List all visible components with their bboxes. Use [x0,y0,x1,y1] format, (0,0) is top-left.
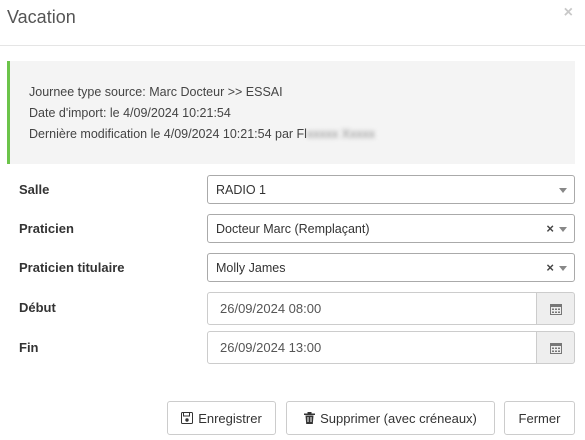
praticien-titulaire-value: Molly James [216,261,286,275]
redacted-username: xxxxx Xxxxx [306,127,376,141]
praticien-titulaire-label: Praticien titulaire [19,260,125,275]
salle-label: Salle [19,182,50,197]
last-modification-info: Dernière modification le 4/09/2024 10:21… [29,124,575,145]
salle-value: RADIO 1 [216,183,267,197]
close-button-label: Fermer [518,410,561,426]
delete-button[interactable]: Supprimer (avec créneaux) [286,401,495,435]
calendar-icon[interactable] [536,292,575,325]
floppy-disk-icon [181,412,194,424]
fin-input[interactable] [207,331,537,364]
fin-label: Fin [19,340,39,355]
info-box: Journee type source: Marc Docteur >> ESS… [7,61,575,164]
clear-icon[interactable]: × [546,221,554,236]
modal-header: Vacation × [0,0,585,46]
import-date-info: Date d'import: le 4/09/2024 10:21:54 [29,106,231,120]
last-modification-text: Dernière modification le 4/09/2024 10:21… [29,127,307,141]
praticien-row: Praticien Docteur Marc (Remplaçant) × [0,214,585,244]
chevron-down-icon [559,188,567,193]
calendar-icon[interactable] [536,331,575,364]
praticien-select[interactable]: Docteur Marc (Remplaçant) × [207,214,575,243]
salle-row: Salle RADIO 1 [0,175,585,205]
save-button[interactable]: Enregistrer [167,401,276,435]
delete-button-label: Supprimer (avec créneaux) [320,410,477,426]
save-button-label: Enregistrer [198,410,262,426]
calendar-icon-graphic [550,304,562,315]
debut-input[interactable] [207,292,537,325]
fin-row: Fin [0,331,585,365]
praticien-titulaire-select[interactable]: Molly James × [207,253,575,282]
trash-icon [304,412,316,424]
source-info: Journee type source: Marc Docteur >> ESS… [29,85,283,99]
close-icon[interactable]: × [564,4,573,22]
debut-date-picker [207,292,575,325]
chevron-down-icon [559,227,567,232]
clear-icon[interactable]: × [546,260,554,275]
debut-row: Début [0,292,585,326]
praticien-value: Docteur Marc (Remplaçant) [216,222,370,236]
salle-select[interactable]: RADIO 1 [207,175,575,204]
calendar-icon-graphic [550,343,562,354]
praticien-titulaire-row: Praticien titulaire Molly James × [0,253,585,283]
close-button[interactable]: Fermer [504,401,575,435]
debut-label: Début [19,300,56,315]
fin-date-picker [207,331,575,364]
modal-title: Vacation [7,7,76,27]
chevron-down-icon [559,266,567,271]
praticien-label: Praticien [19,221,74,236]
